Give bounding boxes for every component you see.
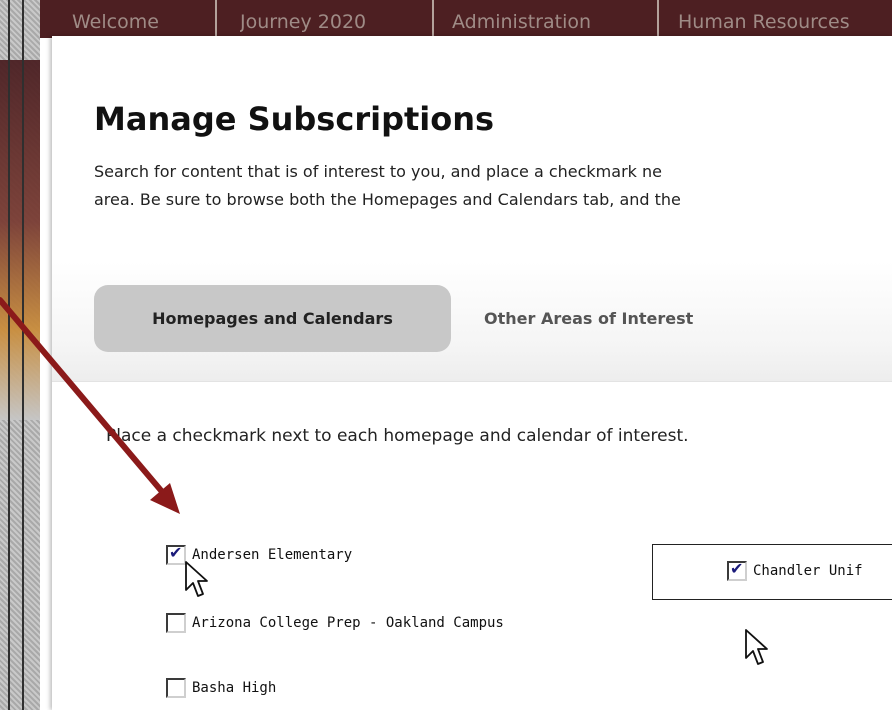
check-icon: ✔ <box>169 543 183 562</box>
item-label: Andersen Elementary <box>192 547 353 563</box>
dialog-title: Manage Subscriptions <box>94 100 495 138</box>
tab-separator <box>657 0 667 38</box>
tab-separator <box>432 0 442 38</box>
mouse-cursor-icon <box>745 629 768 665</box>
background-tab-bar: Welcome Journey 2020 Administration Huma… <box>40 0 892 38</box>
tab-separator <box>215 0 225 38</box>
manage-subscriptions-dialog: Manage Subscriptions Search for content … <box>52 36 892 710</box>
list-item: ✔ Chandler Unif <box>727 559 863 583</box>
background-brand-strip <box>0 60 40 420</box>
item-label: Chandler Unif <box>753 563 863 579</box>
checkbox-chandler-unified[interactable]: ✔ <box>727 559 747 581</box>
list-item: Basha High <box>166 676 276 700</box>
subscription-tabs: Homepages and Calendars Other Areas of I… <box>52 261 892 382</box>
checkbox-basha-high[interactable] <box>166 678 186 698</box>
checkbox-arizona-college-prep[interactable] <box>166 613 186 633</box>
background-tab-human-resources[interactable]: Human Resources <box>678 6 892 38</box>
background-tab-administration[interactable]: Administration <box>452 6 657 38</box>
window-border <box>0 0 40 710</box>
dialog-description: Search for content that is of interest t… <box>94 158 892 214</box>
item-label: Arizona College Prep - Oakland Campus <box>192 615 504 631</box>
tab-other-areas-of-interest[interactable]: Other Areas of Interest <box>484 285 693 352</box>
list-item: Arizona College Prep - Oakland Campus <box>166 611 504 635</box>
description-line: area. Be sure to browse both the Homepag… <box>94 190 681 209</box>
mouse-cursor-icon <box>185 561 208 597</box>
item-label: Basha High <box>192 680 277 696</box>
description-line: Search for content that is of interest t… <box>94 162 662 181</box>
instruction-text: Place a checkmark next to each homepage … <box>106 426 689 446</box>
border-line <box>22 0 24 710</box>
check-icon: ✔ <box>730 559 744 578</box>
border-line <box>8 0 10 710</box>
tab-homepages-and-calendars[interactable]: Homepages and Calendars <box>94 285 451 352</box>
background-tab-welcome[interactable]: Welcome <box>72 6 212 38</box>
zoom-callout: ✔ Chandler Unif <box>652 544 892 600</box>
checkbox-andersen-elementary[interactable]: ✔ <box>166 543 186 565</box>
background-tab-journey[interactable]: Journey 2020 <box>240 6 430 38</box>
